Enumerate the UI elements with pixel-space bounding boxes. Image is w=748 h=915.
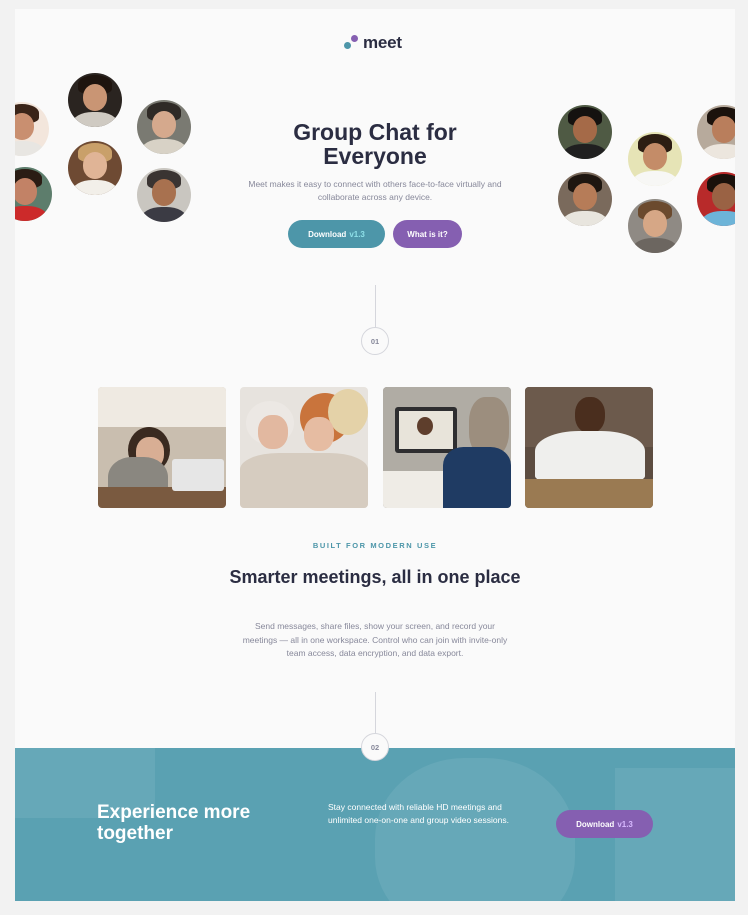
avatar-left-2 bbox=[15, 167, 52, 221]
logo-dot-purple-icon bbox=[351, 35, 358, 42]
avatar-left-4 bbox=[68, 141, 122, 195]
photo-women-phone bbox=[240, 387, 368, 508]
avatar-right-5 bbox=[697, 105, 735, 159]
avatar-left-3 bbox=[68, 73, 122, 127]
what-is-it-label: What is it? bbox=[407, 229, 448, 239]
download-label: Download bbox=[576, 819, 615, 829]
avatar-right-1 bbox=[558, 105, 612, 159]
brand-logo[interactable]: meet bbox=[344, 33, 414, 54]
cta-description: Stay connected with reliable HD meetings… bbox=[328, 802, 509, 825]
version-label: v1.3 bbox=[349, 229, 365, 239]
version-label: v1.3 bbox=[617, 819, 633, 829]
photo-woman-laptop bbox=[98, 387, 226, 508]
hero-download-button[interactable]: Download v1.3 bbox=[288, 220, 385, 248]
cta-banner: Experience more together Stay connected … bbox=[15, 748, 735, 901]
logo-dot-teal-icon bbox=[344, 42, 351, 49]
step-marker-02: 02 bbox=[361, 733, 389, 761]
avatar-right-4 bbox=[628, 199, 682, 253]
avatar-right-3 bbox=[628, 132, 682, 186]
photo-video-call bbox=[383, 387, 511, 508]
avatar-left-5 bbox=[137, 100, 191, 154]
cta-download-button[interactable]: Download v1.3 bbox=[556, 810, 653, 838]
divider-line bbox=[375, 285, 376, 327]
features-description: Send messages, share files, show your sc… bbox=[242, 621, 508, 658]
photo-man-phone bbox=[525, 387, 653, 508]
brand-name: meet bbox=[363, 33, 402, 52]
landing-page: meet Group Chat for Everyone Meet makes … bbox=[15, 9, 735, 901]
cta-title: Experience more together bbox=[97, 802, 251, 844]
avatar-left-6 bbox=[137, 168, 191, 222]
hero-description: Meet makes it easy to connect with other… bbox=[248, 179, 502, 202]
step-marker-01: 01 bbox=[361, 327, 389, 355]
hero-title: Group Chat for Everyone bbox=[293, 119, 457, 169]
avatar-right-2 bbox=[558, 172, 612, 226]
divider-line bbox=[375, 692, 376, 734]
download-label: Download bbox=[308, 229, 347, 239]
what-is-it-button[interactable]: What is it? bbox=[393, 220, 462, 248]
features-title: Smarter meetings, all in one place bbox=[229, 567, 521, 587]
avatar-left-1 bbox=[15, 102, 49, 156]
avatar-right-6 bbox=[697, 172, 735, 226]
features-eyebrow: BUILT FOR MODERN USE bbox=[312, 541, 438, 550]
